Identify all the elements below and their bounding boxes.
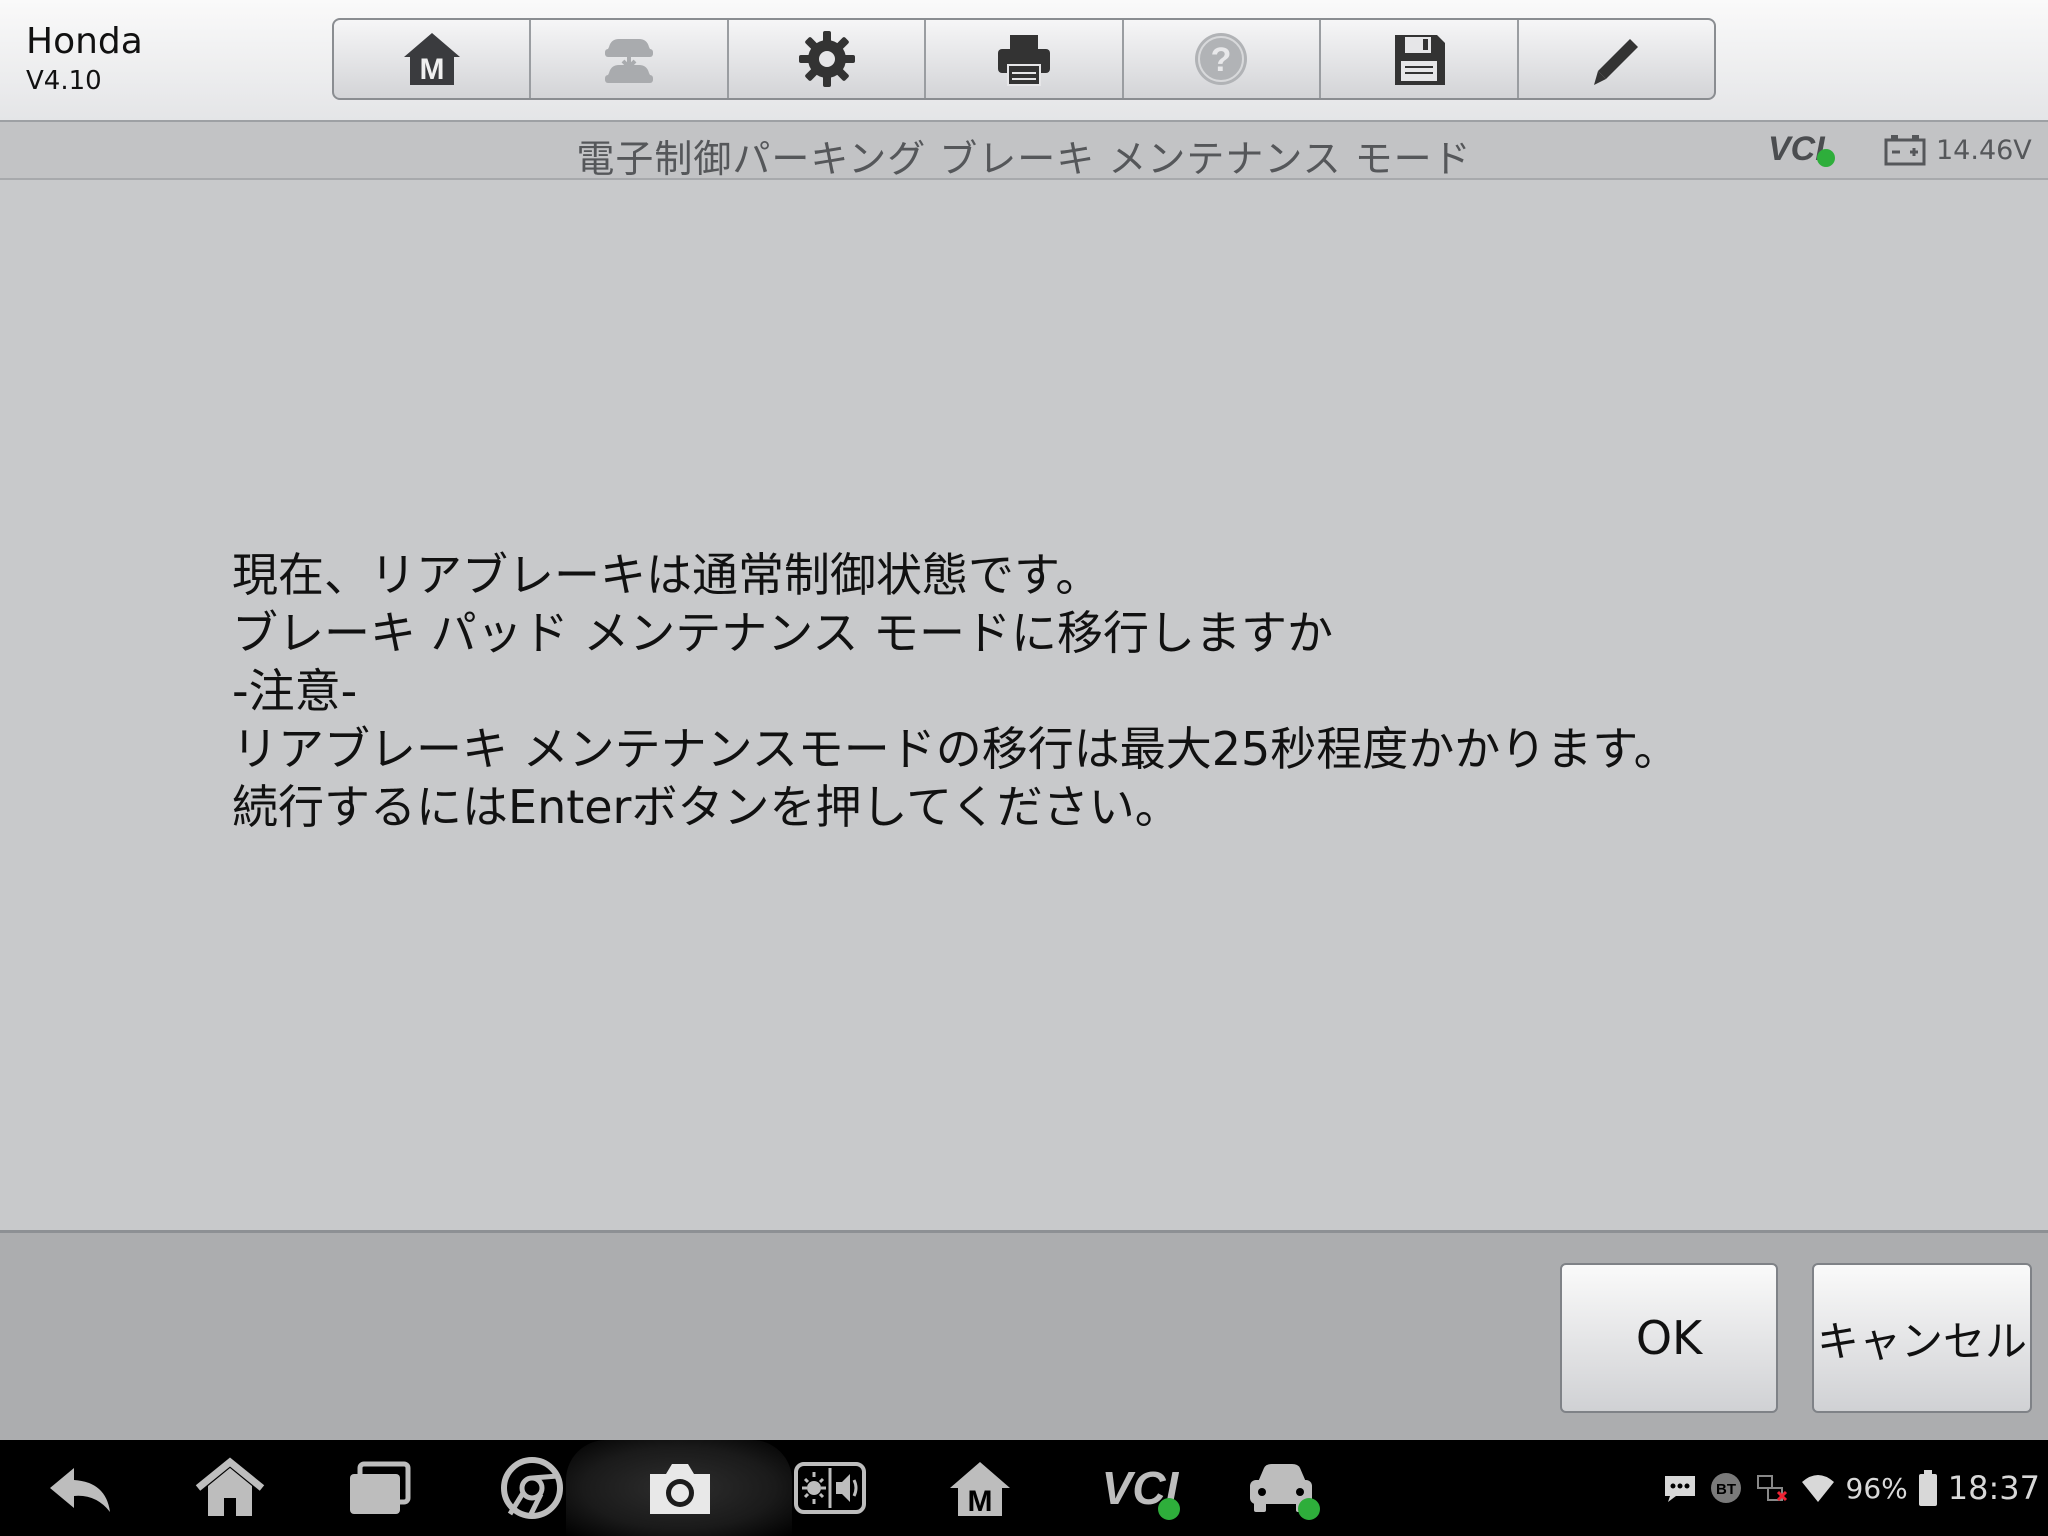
vehicle-info: Honda V4.10 [26,20,143,98]
action-bar: OK キャンセル [0,1230,2048,1443]
network-disconnected-icon [1756,1475,1787,1502]
message-line: 現在、リアブレーキは通常制御状態です。 [232,548,1102,602]
vci-manager-button[interactable]: VCI [1090,1456,1190,1520]
m-home-icon: M [950,1462,1010,1518]
brightness-volume-icon [794,1462,866,1514]
message-line: ブレーキ パッド メンテナンス モードに移行しますか [232,606,1333,660]
vci-status: VCI [1768,130,1835,169]
system-navigation-bar: M VCI BT 96% 18:37 [0,1440,2048,1536]
battery-voltage: 14.46V [1884,134,2032,166]
chrome-icon [501,1457,563,1519]
connected-check-icon [1298,1498,1320,1520]
recent-apps-icon [350,1461,411,1514]
message-line: 続行するにはEnterボタンを押してください。 [232,780,1181,834]
vci-label: VCI [1768,130,1825,168]
maxisys-home-button[interactable]: M [944,1456,1016,1520]
svg-text:?: ? [1211,41,1232,79]
battery-icon [1918,1470,1937,1506]
wifi-icon [1801,1475,1834,1502]
save-button[interactable] [1321,20,1519,98]
svg-text:M: M [968,1485,993,1518]
vehicle-make: Honda [26,21,143,62]
browser-button[interactable] [496,1456,568,1520]
camera-icon [650,1464,710,1514]
home-icon [195,1457,265,1516]
message-line: -注意- [232,664,358,718]
software-version: V4.10 [26,66,102,96]
message-body: 現在、リアブレーキは通常制御状態です。 ブレーキ パッド メンテナンス モードに… [232,546,1932,836]
recent-apps-button[interactable] [344,1456,416,1520]
gear-icon [798,31,855,87]
cancel-button[interactable]: キャンセル [1812,1263,2032,1413]
svg-text:BT: BT [1716,1481,1736,1498]
home-nav-button[interactable] [194,1456,266,1520]
m-home-icon: M [403,33,460,86]
printer-icon [997,35,1050,86]
toolbar: M ? [332,18,1716,100]
brightness-volume-button[interactable] [794,1456,866,1520]
connected-check-icon [1816,149,1835,167]
help-button[interactable]: ? [1124,20,1322,98]
car-swap-icon [605,39,654,83]
help-icon: ? [1195,33,1248,85]
message-line: リアブレーキ メンテナンスモードの移行は最大25秒程度かかります。 [232,722,1680,776]
connected-check-icon [1158,1498,1180,1520]
settings-button[interactable] [729,20,927,98]
edit-button[interactable] [1519,20,1714,98]
bluetooth-badge-icon: BT [1710,1473,1741,1503]
vehicle-swap-button[interactable] [531,20,729,98]
vehicle-connection-button[interactable] [1244,1456,1320,1520]
clock: 18:37 [1947,1469,2040,1507]
ok-button[interactable]: OK [1560,1263,1778,1413]
notification-chat-icon [1664,1476,1695,1502]
page-title: 電子制御パーキング ブレーキ メンテナンス モード [576,137,1472,181]
battery-percent: 96% [1845,1471,1908,1505]
print-button[interactable] [926,20,1124,98]
car-battery-icon [1884,135,1926,166]
screenshot-button[interactable] [644,1456,716,1520]
title-bar: 電子制御パーキング ブレーキ メンテナンス モード VCI 14.46V [0,122,2048,181]
pencil-icon [1594,39,1639,85]
status-area: BT 96% 18:37 [1662,1464,2040,1512]
floppy-icon [1394,35,1445,85]
back-icon [50,1468,110,1512]
home-button[interactable]: M [334,20,532,98]
back-button[interactable] [44,1456,116,1520]
app-header: Honda V4.10 M ? [0,0,2048,122]
svg-text:M: M [419,53,444,86]
voltage-value: 14.46V [1936,134,2032,166]
